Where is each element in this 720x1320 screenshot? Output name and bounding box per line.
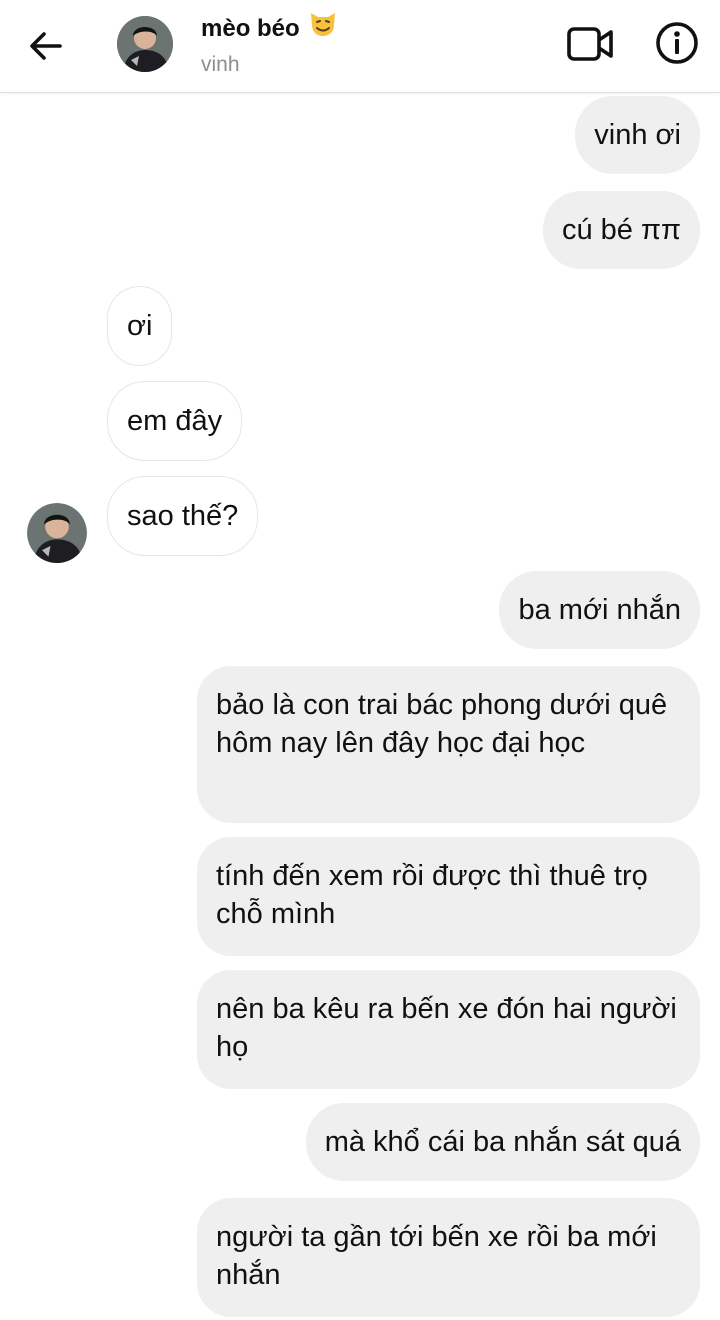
message-bubble-outgoing[interactable]: ba mới nhắn bbox=[499, 571, 700, 649]
message-bubble-outgoing[interactable]: mà khổ cái ba nhắn sát quá bbox=[305, 1103, 700, 1181]
back-arrow-icon bbox=[30, 32, 62, 60]
message-bubble-outgoing[interactable]: cú bé ππ bbox=[542, 191, 700, 269]
video-call-button[interactable] bbox=[566, 22, 616, 66]
message-bubble-outgoing[interactable]: bảo là con trai bác phong dưới quê hôm n… bbox=[197, 666, 700, 823]
video-call-icon bbox=[567, 27, 613, 61]
chat-header: mèo béo vinh bbox=[0, 0, 720, 93]
info-button[interactable] bbox=[654, 20, 700, 66]
info-icon bbox=[656, 22, 698, 64]
message-bubble-incoming[interactable]: em đây bbox=[107, 381, 243, 461]
message-bubble-outgoing[interactable]: tính đến xem rồi được thì thuê trọ chỗ m… bbox=[197, 837, 700, 956]
cat-face-emoji bbox=[308, 8, 338, 45]
contact-name[interactable]: mèo béo bbox=[201, 13, 338, 45]
avatar[interactable] bbox=[117, 16, 173, 72]
message-bubble-outgoing[interactable]: vinh ơi bbox=[575, 96, 700, 174]
message-bubble-outgoing[interactable]: người ta gần tới bến xe rồi ba mới nhắn bbox=[197, 1198, 700, 1317]
back-button[interactable] bbox=[26, 26, 66, 66]
username: vinh bbox=[201, 53, 240, 76]
message-bubble-incoming[interactable]: sao thế? bbox=[107, 476, 259, 556]
sender-avatar[interactable] bbox=[27, 503, 87, 563]
message-bubble-outgoing[interactable]: nên ba kêu ra bến xe đón hai người họ bbox=[197, 970, 700, 1089]
message-bubble-incoming[interactable]: ơi bbox=[107, 286, 173, 366]
